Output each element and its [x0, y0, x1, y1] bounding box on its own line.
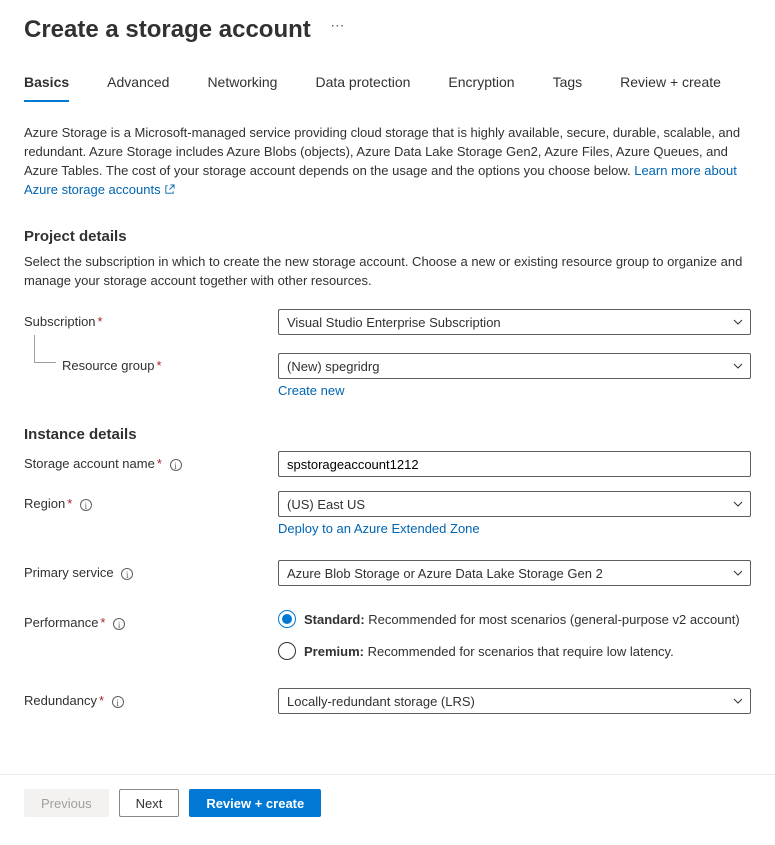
project-details-heading: Project details [24, 228, 751, 245]
deploy-extended-zone-link[interactable]: Deploy to an Azure Extended Zone [278, 521, 480, 536]
review-create-button[interactable]: Review + create [189, 789, 321, 817]
region-value: (US) East US [287, 497, 365, 512]
external-link-icon [164, 182, 175, 201]
tab-data-protection[interactable]: Data protection [315, 74, 410, 102]
create-new-rg-link[interactable]: Create new [278, 383, 344, 398]
primary-service-label: Primary service i [24, 560, 278, 580]
tab-advanced[interactable]: Advanced [107, 74, 169, 102]
subscription-label: Subscription* [24, 309, 278, 329]
performance-standard-option[interactable]: Standard: Recommended for most scenarios… [278, 610, 751, 628]
storage-name-input[interactable] [278, 451, 751, 477]
performance-premium-option[interactable]: Premium: Recommended for scenarios that … [278, 642, 751, 660]
tree-connector-icon [34, 335, 56, 363]
info-icon[interactable]: i [80, 499, 92, 511]
redundancy-value: Locally-redundant storage (LRS) [287, 694, 475, 709]
tab-encryption[interactable]: Encryption [448, 74, 514, 102]
previous-button: Previous [24, 789, 109, 817]
page-title: Create a storage account [24, 16, 311, 44]
project-details-desc: Select the subscription in which to crea… [24, 253, 751, 291]
resource-group-label: Resource group* [24, 353, 278, 373]
redundancy-label: Redundancy* i [24, 688, 278, 708]
resource-group-select[interactable]: (New) spegridrg [278, 353, 751, 379]
tab-review-create[interactable]: Review + create [620, 74, 721, 102]
tab-tags[interactable]: Tags [553, 74, 583, 102]
radio-unselected-icon [278, 642, 296, 660]
next-button[interactable]: Next [119, 789, 180, 817]
info-icon[interactable]: i [112, 696, 124, 708]
tab-networking[interactable]: Networking [207, 74, 277, 102]
subscription-value: Visual Studio Enterprise Subscription [287, 315, 501, 330]
tab-basics[interactable]: Basics [24, 74, 69, 102]
tabs-bar: Basics Advanced Networking Data protecti… [24, 74, 751, 102]
region-select[interactable]: (US) East US [278, 491, 751, 517]
info-icon[interactable]: i [170, 459, 182, 471]
intro-paragraph: Azure Storage is a Microsoft-managed ser… [24, 124, 751, 200]
more-actions-button[interactable]: ⋯ [330, 17, 346, 33]
performance-label: Performance* i [24, 610, 278, 630]
region-label: Region* i [24, 491, 278, 511]
performance-standard-label: Standard: Recommended for most scenarios… [304, 612, 740, 627]
radio-selected-icon [278, 610, 296, 628]
wizard-footer: Previous Next Review + create [0, 774, 775, 831]
primary-service-value: Azure Blob Storage or Azure Data Lake St… [287, 566, 603, 581]
performance-premium-label: Premium: Recommended for scenarios that … [304, 644, 674, 659]
instance-details-heading: Instance details [24, 426, 751, 443]
redundancy-select[interactable]: Locally-redundant storage (LRS) [278, 688, 751, 714]
info-icon[interactable]: i [113, 618, 125, 630]
intro-text: Azure Storage is a Microsoft-managed ser… [24, 125, 740, 178]
storage-name-label: Storage account name* i [24, 451, 278, 471]
subscription-select[interactable]: Visual Studio Enterprise Subscription [278, 309, 751, 335]
primary-service-select[interactable]: Azure Blob Storage or Azure Data Lake St… [278, 560, 751, 586]
resource-group-value: (New) spegridrg [287, 359, 379, 374]
info-icon[interactable]: i [121, 568, 133, 580]
